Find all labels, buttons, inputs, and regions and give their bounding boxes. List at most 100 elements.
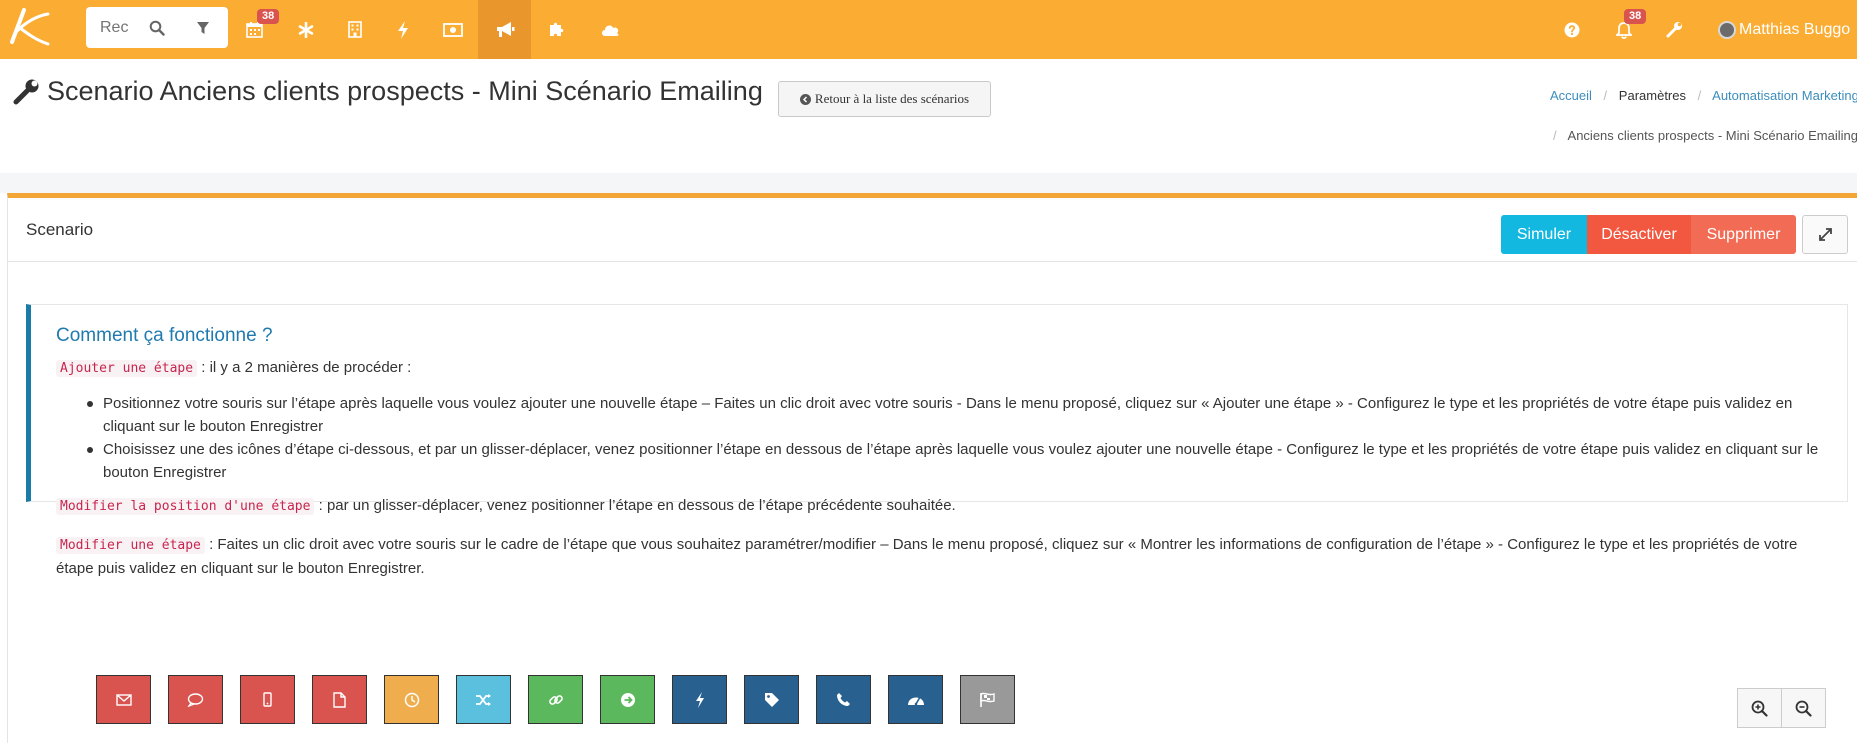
breadcrumb-separator: / <box>1697 88 1702 103</box>
breadcrumb-home[interactable]: Accueil <box>1550 88 1592 103</box>
step-random[interactable] <box>456 675 511 724</box>
envelope-icon <box>115 693 132 706</box>
step-sms[interactable] <box>240 675 295 724</box>
help-edit-paragraph: Modifier une étape : Faites un clic droi… <box>56 533 1826 580</box>
search-icon <box>149 20 165 36</box>
zoom-in-button[interactable] <box>1737 688 1782 728</box>
list-item: Positionnez votre souris sur l’étape apr… <box>87 392 1823 438</box>
dashboard-icon <box>907 697 924 705</box>
filter-icon <box>197 21 209 34</box>
help-move-line: Modifier la position d'une étape : par u… <box>56 494 956 518</box>
user-name: Matthias Buggo <box>1739 20 1851 38</box>
step-call[interactable] <box>816 675 871 724</box>
arrow-circle-left-icon <box>799 93 811 105</box>
nav-modules[interactable] <box>530 0 583 59</box>
nav-asterisk[interactable] <box>279 0 332 59</box>
fullscreen-button[interactable] <box>1802 215 1848 254</box>
step-goto[interactable] <box>600 675 655 724</box>
bullet-text: Choisissez une des icônes d’étape ci-des… <box>103 441 1819 481</box>
notifications-badge: 38 <box>1624 9 1647 24</box>
flag-icon <box>980 692 995 707</box>
nav-help[interactable] <box>1545 0 1598 59</box>
simulate-button[interactable]: Simuler <box>1501 215 1587 254</box>
nav-marketing[interactable] <box>478 0 531 59</box>
step-email[interactable] <box>96 675 151 724</box>
user-menu[interactable]: Matthias Buggo <box>1718 0 1850 59</box>
zoom-in-icon <box>1751 700 1768 717</box>
nav-money[interactable] <box>426 0 479 59</box>
page-title: Scenario Anciens clients prospects - Min… <box>13 76 763 107</box>
bullet-text: Positionnez votre souris sur l’étape apr… <box>103 395 1793 435</box>
breadcrumb-automation[interactable]: Automatisation Marketing <box>1712 88 1857 103</box>
search-input[interactable] <box>86 7 140 48</box>
building-icon <box>347 21 362 38</box>
calendar-badge: 38 <box>257 9 280 24</box>
edit-step-code: Modifier une étape <box>56 537 205 554</box>
breadcrumb: Accueil / Paramètres / Automatisation Ma… <box>1550 88 1857 103</box>
breadcrumb-separator: / <box>1603 88 1608 103</box>
help-title: Comment ça fonctionne ? <box>56 325 273 346</box>
breadcrumb-current: Anciens clients prospects - Mini Scénari… <box>1567 128 1857 143</box>
app-logo[interactable] <box>2 4 54 50</box>
expand-icon <box>1818 228 1832 241</box>
move-step-text: : par un glisser-déplacer, venez positio… <box>318 497 956 514</box>
back-button-label: Retour à la liste des scénarios <box>814 91 970 106</box>
content-separator <box>0 173 1857 193</box>
add-step-text: : il y a 2 manières de procéder : <box>201 359 412 376</box>
list-item: Choisissez une des icônes d’étape ci-des… <box>87 438 1823 484</box>
scenario-panel: Scenario Simuler Désactiver Supprimer Co… <box>7 193 1857 743</box>
search-button[interactable] <box>136 7 178 48</box>
wrench-icon <box>1666 22 1682 38</box>
tag-icon <box>764 692 779 707</box>
panel-header: Scenario Simuler Désactiver Supprimer <box>8 198 1857 262</box>
mobile-icon <box>263 692 272 707</box>
breadcrumb-settings[interactable]: Paramètres <box>1619 88 1686 103</box>
step-end[interactable] <box>960 675 1015 724</box>
bolt-icon <box>695 691 704 708</box>
bullhorn-icon <box>496 22 514 37</box>
step-document[interactable] <box>312 675 367 724</box>
avatar <box>1718 20 1736 39</box>
link-icon <box>548 694 563 705</box>
nav-bolt[interactable] <box>376 0 429 59</box>
comment-icon <box>187 692 204 707</box>
random-icon <box>476 693 491 706</box>
back-to-list-button[interactable]: Retour à la liste des scénarios <box>778 81 991 117</box>
zoom-out-icon <box>1795 700 1812 717</box>
search-box <box>86 7 228 48</box>
clock-icon <box>404 692 419 707</box>
file-icon <box>333 691 346 708</box>
breadcrumb-current-row: / Anciens clients prospects - Mini Scéna… <box>1545 128 1857 143</box>
deactivate-button[interactable]: Désactiver <box>1587 215 1691 254</box>
question-circle-icon <box>1564 22 1579 37</box>
arrow-circle-icon <box>620 692 635 707</box>
bullet-dot <box>87 401 93 407</box>
nav-building[interactable] <box>328 0 381 59</box>
nav-settings[interactable] <box>1648 0 1701 59</box>
panel-title: Scenario <box>26 220 94 239</box>
help-callout: Comment ça fonctionne ? Ajouter une étap… <box>26 304 1848 515</box>
phone-icon <box>837 693 850 706</box>
page-title-text: Scenario Anciens clients prospects - Min… <box>47 76 763 106</box>
puzzle-icon <box>549 22 563 36</box>
breadcrumb-separator: / <box>1553 128 1557 143</box>
asterisk-icon <box>298 21 313 38</box>
add-step-code: Ajouter une étape <box>56 360 198 377</box>
step-link[interactable] <box>528 675 583 724</box>
edit-step-text: : Faites un clic droit avec votre souris… <box>56 536 1798 577</box>
step-score[interactable] <box>888 675 943 724</box>
wrench-icon <box>13 79 39 104</box>
filter-button[interactable] <box>182 7 224 48</box>
delete-button[interactable]: Supprimer <box>1691 215 1796 254</box>
step-action[interactable] <box>672 675 727 724</box>
bullet-dot <box>87 447 93 453</box>
cloud-icon <box>602 25 619 36</box>
top-navbar: 38 <box>0 0 1857 59</box>
step-message[interactable] <box>168 675 223 724</box>
nav-cloud[interactable] <box>584 0 637 59</box>
move-step-code: Modifier la position d'une étape <box>56 498 315 515</box>
bolt-icon <box>397 20 408 39</box>
zoom-out-button[interactable] <box>1781 688 1826 728</box>
step-delay[interactable] <box>384 675 439 724</box>
step-tag[interactable] <box>744 675 799 724</box>
